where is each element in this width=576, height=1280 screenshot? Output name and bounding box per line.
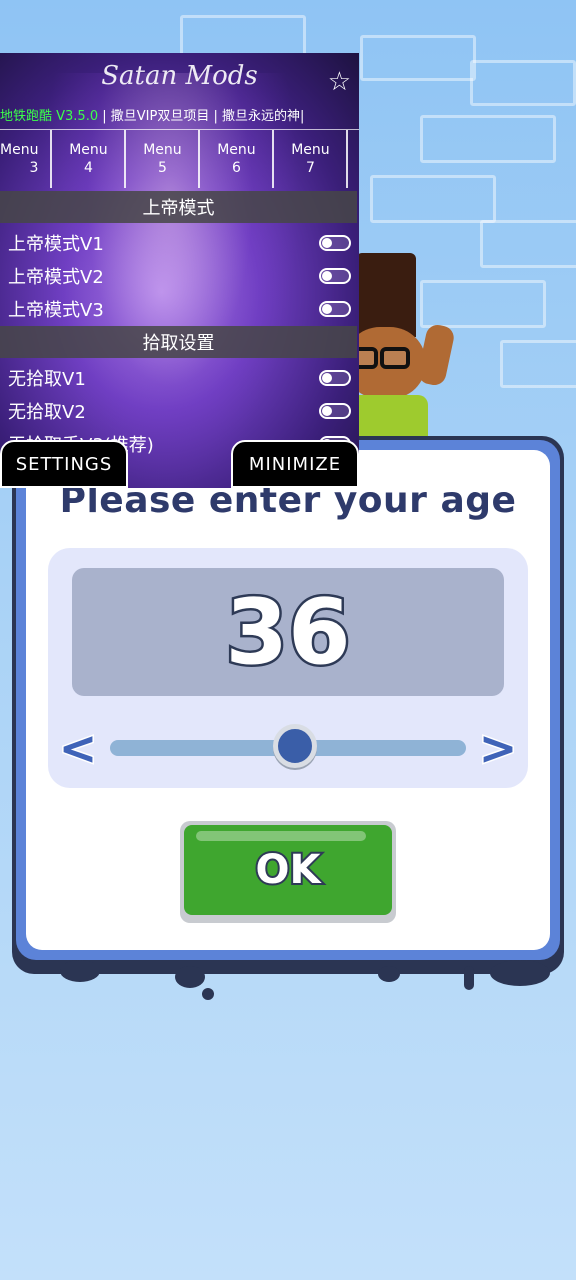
character-hair [356,253,416,337]
toggle-row[interactable]: 上帝模式V2 [0,260,359,292]
thumbs-up-hand [416,322,456,388]
toggle-switch[interactable] [319,370,351,386]
toggle-switch[interactable] [319,235,351,251]
mod-menu-panel: Satan Mods ☆ 地铁跑酷 V3.5.0 | 撒旦VIP双旦项目 | 撒… [0,53,359,488]
tab-menu-7[interactable]: Menu 7 [274,130,349,188]
star-icon[interactable]: ☆ [328,67,351,97]
tab-menu-4[interactable]: Menu 4 [52,130,127,188]
age-display: 36 [72,568,504,696]
background-brick [470,60,576,106]
background-brick [480,220,576,268]
section-header-god-mode: 上帝模式 [0,191,357,223]
toggle-row[interactable]: 上帝模式V3 [0,293,359,325]
tab-number: 7 [305,160,315,176]
tab-menu-5[interactable]: Menu 5 [126,130,201,188]
background-brick [420,115,556,163]
toggle-label: 无拾取V1 [8,369,86,390]
tab-menu-3[interactable]: Menu 3 [0,130,53,188]
tab-label: Menu [217,142,256,158]
toggle-row[interactable]: 上帝模式V1 [0,227,359,259]
toggle-label: 无拾取V2 [8,402,86,423]
toggle-switch[interactable] [319,268,351,284]
age-value: 36 [223,577,353,687]
chevron-right-icon: > [477,720,519,777]
tab-number: 6 [231,160,241,176]
dialog-drip [175,966,205,988]
tab-number: 4 [83,160,93,176]
toggle-label: 上帝模式V1 [8,234,104,255]
marquee-game-version: 地铁跑酷 V3.5.0 [0,109,99,124]
minimize-button[interactable]: MINIMIZE [231,440,359,488]
tab-label: Menu [143,142,182,158]
toggle-label: 上帝模式V3 [8,300,104,321]
dialog-drip [378,966,400,982]
mod-menu-title: Satan Mods [101,61,258,91]
age-slider-handle[interactable] [273,724,318,768]
background-brick [500,340,576,388]
marquee-text: | 撒旦VIP双旦项目 | 撒旦永远的神| [98,109,305,124]
toggle-switch[interactable] [319,403,351,419]
mod-menu-tabs: Menu 3 Menu 4 Menu 5 Menu 6 Menu 7 [0,129,359,188]
button-shine [196,831,366,841]
tab-number: 5 [157,160,167,176]
dialog-drip [60,960,100,982]
background-brick [360,35,476,81]
toggle-row[interactable]: 无拾取V2 [0,395,359,427]
game-screen: Please enter your age 36 < > OK Satan Mo… [0,0,576,1280]
ok-button[interactable]: OK [180,821,396,923]
age-decrease-button[interactable]: < [56,720,100,777]
background-brick [370,175,496,223]
tab-label: Menu [69,142,108,158]
chevron-left-icon: < [57,720,99,777]
age-increase-button[interactable]: > [476,720,520,777]
toggle-row[interactable]: 无拾取V1 [0,362,359,394]
ok-button-face[interactable]: OK [184,825,392,915]
settings-button[interactable]: SETTINGS [0,440,128,488]
dialog-drip [490,960,550,986]
mod-menu-marquee: 地铁跑酷 V3.5.0 | 撒旦VIP双旦项目 | 撒旦永远的神| [0,105,359,125]
tab-label: Menu [0,142,39,158]
toggle-label: 上帝模式V2 [8,267,104,288]
tab-menu-6[interactable]: Menu 6 [200,130,275,188]
tab-number: 3 [29,160,39,176]
section-header-pickup-settings: 拾取设置 [0,326,357,358]
tab-label: Menu [291,142,330,158]
dialog-drip [464,966,474,990]
dialog-drip [202,988,214,1000]
toggle-switch[interactable] [319,301,351,317]
ok-button-label: OK [254,845,323,895]
